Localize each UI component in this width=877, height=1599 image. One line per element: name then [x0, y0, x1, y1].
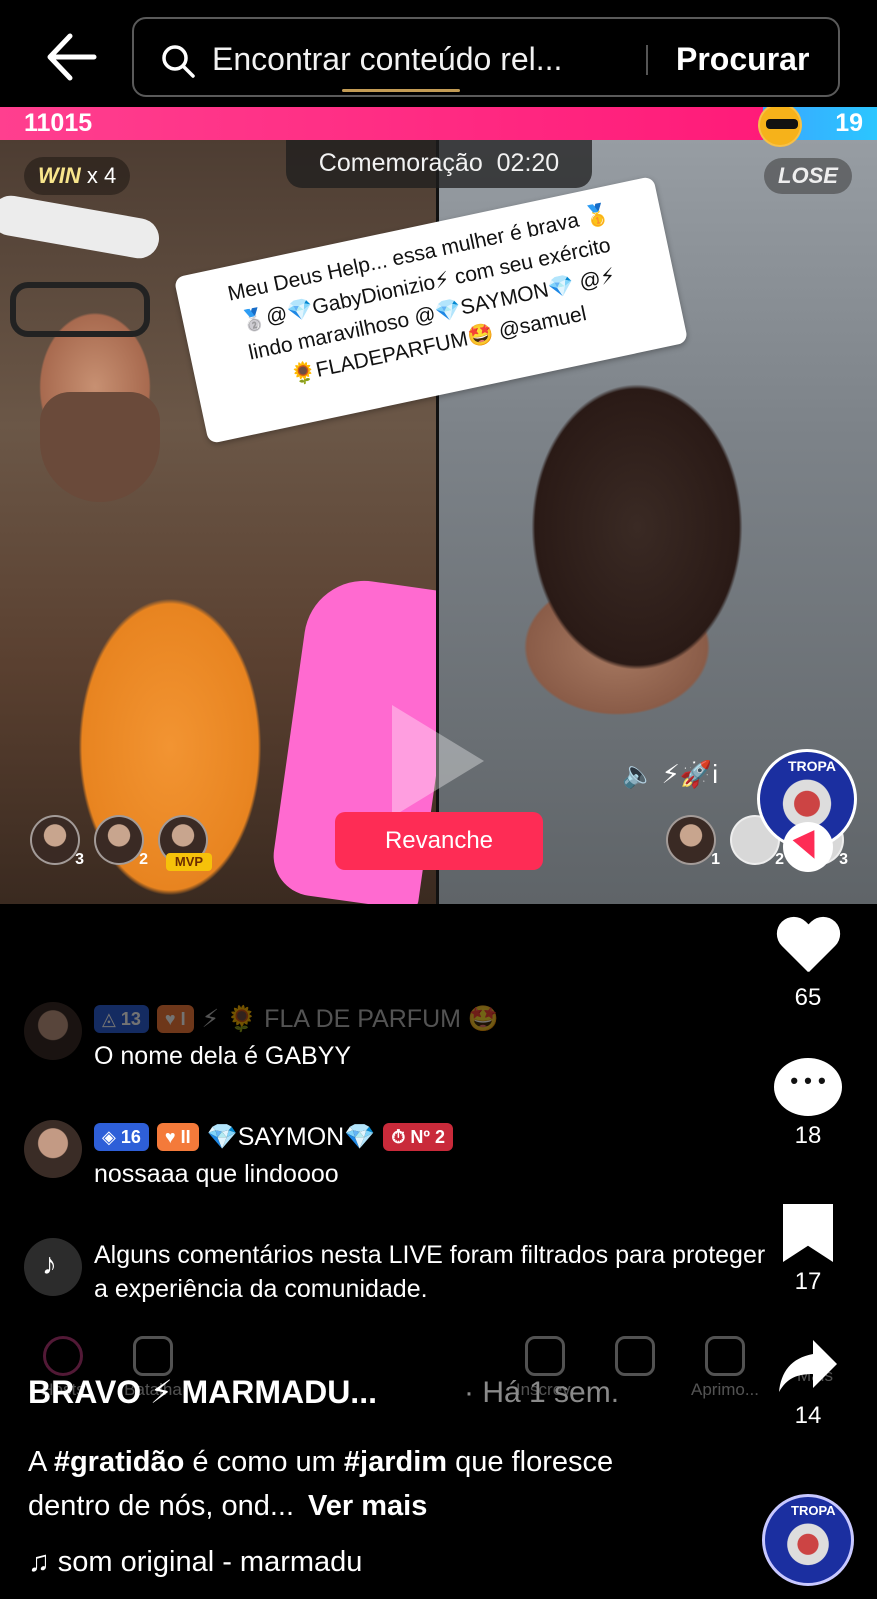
search-bar[interactable]: Encontrar conteúdo rel... Procurar: [132, 17, 840, 97]
chat-text: nossaaa que lindoooo: [94, 1160, 339, 1188]
live-video[interactable]: 11015 19 Comemoração 02:20 WIN x 4 LOSE …: [0, 107, 877, 904]
search-divider: [646, 45, 648, 75]
post-caption: A #gratidão é como um #jardim que flores…: [28, 1440, 668, 1528]
music-info[interactable]: ♫ som original - marmadu: [28, 1546, 362, 1579]
battle-timer: Comemoração 02:20: [286, 140, 592, 188]
comment-icon: [774, 1058, 842, 1116]
win-multiplier: x 4: [86, 163, 117, 188]
level-badge: ◈ 16: [94, 1123, 149, 1151]
chat-username[interactable]: 💎SAYMON💎: [207, 1123, 376, 1152]
fan-level: I: [180, 1009, 186, 1029]
rematch-button[interactable]: Revanche: [335, 812, 543, 870]
save-button[interactable]: 17: [758, 1204, 858, 1296]
star-icon: [525, 1336, 565, 1376]
right-score: 19: [835, 109, 863, 137]
like-count: 65: [794, 984, 822, 1011]
back-arrow-icon[interactable]: [44, 32, 100, 82]
save-count: 17: [794, 1268, 822, 1295]
bookmark-icon: [783, 1204, 833, 1262]
chat-text: O nome dela é GABYY: [94, 1042, 352, 1070]
lose-badge: LOSE: [764, 158, 852, 194]
hashtag-link[interactable]: #jardim: [344, 1446, 447, 1478]
play-icon[interactable]: [392, 705, 484, 817]
win-label: WIN: [38, 163, 81, 188]
top-bar: Encontrar conteúdo rel... Procurar: [0, 0, 877, 105]
mvp-badge: MVP: [166, 853, 212, 871]
battle-icon: [133, 1336, 173, 1376]
gifter-rank: 3: [75, 851, 84, 868]
win-badge: WIN x 4: [24, 157, 131, 195]
gifter-rank: 3: [839, 851, 848, 868]
chat-meta: ◬ 13 ♥ I ⚡ 🌻 FLA DE PARFUM 🤩: [94, 1004, 499, 1034]
score-bar-left: [0, 107, 763, 140]
chat-username[interactable]: ⚡ 🌻 FLA DE PARFUM 🤩: [202, 1004, 499, 1034]
notice-text: Alguns comentários nesta LIVE foram filt…: [94, 1241, 766, 1303]
post-time: · Há 1 sem.: [464, 1376, 620, 1409]
more-action[interactable]: Mais: [770, 1366, 860, 1386]
heart-icon: [775, 918, 841, 978]
overlay-icons: 🔈 ⚡🚀i: [622, 759, 719, 789]
host-video-left: [0, 107, 462, 904]
search-underline: [342, 89, 460, 92]
creator-username[interactable]: BRAVO ⚡ MARMADU...: [28, 1373, 377, 1411]
level-value: 13: [120, 1009, 141, 1029]
avatar[interactable]: [24, 1120, 82, 1178]
comment-count: 18: [794, 1122, 822, 1149]
rank-badge: ⏱ Nº 2: [383, 1123, 453, 1151]
search-button[interactable]: Procurar: [676, 41, 809, 78]
gifter-rank: 1: [711, 851, 720, 868]
caption-text: é como um: [184, 1446, 344, 1478]
gifter-avatar[interactable]: 2: [94, 815, 148, 868]
avatar-logo-text: TROPA: [788, 758, 836, 774]
timer-label: Comemoração: [318, 149, 483, 177]
left-top-gifters: 3 2 MVP: [30, 815, 212, 871]
avatar[interactable]: [24, 1002, 82, 1060]
beard: [40, 392, 160, 502]
rank-value: Nº 2: [410, 1127, 445, 1147]
comment-button[interactable]: 18: [758, 1058, 858, 1150]
gifter-rank: 2: [139, 851, 148, 868]
chat-meta: ◈ 16 ♥ II 💎SAYMON💎 ⏱ Nº 2: [94, 1122, 453, 1152]
disc-logo-text: TROPA: [791, 1503, 836, 1518]
forward-action[interactable]: [590, 1336, 680, 1380]
gifter-avatar[interactable]: 3: [30, 815, 84, 868]
gifter-avatar[interactable]: 1: [666, 815, 720, 868]
search-input[interactable]: Encontrar conteúdo rel...: [212, 41, 562, 78]
action-label: Aprimo...: [690, 1380, 760, 1399]
magic-wand-icon: [705, 1336, 745, 1376]
music-disc-avatar[interactable]: TROPA: [762, 1494, 854, 1586]
level-badge: ◬ 13: [94, 1005, 149, 1033]
action-label: Mais: [797, 1366, 833, 1385]
glasses: [10, 282, 150, 337]
gifter-avatar[interactable]: MVP: [158, 815, 212, 871]
fan-level: II: [180, 1127, 191, 1147]
fan-badge: ♥ II: [156, 1123, 199, 1151]
tiktok-logo-icon: [24, 1238, 82, 1296]
search-icon: [160, 43, 196, 79]
level-value: 16: [120, 1127, 141, 1147]
hashtag-link[interactable]: #gratidão: [54, 1446, 185, 1478]
enhance-action[interactable]: Aprimo...: [680, 1336, 770, 1400]
headband: [0, 192, 163, 262]
forward-icon: [615, 1336, 655, 1376]
timer-value: 02:20: [496, 149, 560, 177]
battle-score-bar: [0, 107, 877, 140]
caption-text: A: [28, 1446, 54, 1478]
see-more-link[interactable]: Ver mais: [308, 1490, 427, 1522]
gifter-rank: 2: [775, 851, 784, 868]
fan-badge: ♥ I: [156, 1005, 194, 1033]
follow-plus-icon[interactable]: [783, 822, 833, 872]
like-button[interactable]: 65: [758, 918, 858, 1012]
share-count: 14: [794, 1402, 822, 1429]
hosts-icon: [43, 1336, 83, 1376]
left-score: 11015: [24, 109, 93, 137]
